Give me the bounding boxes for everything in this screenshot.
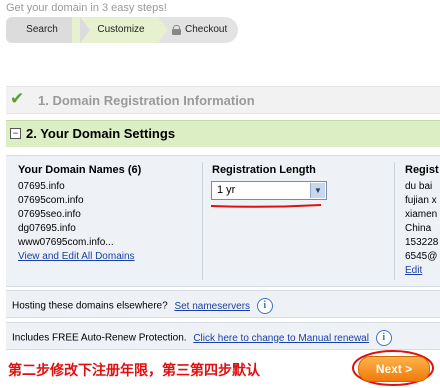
annotation-text: 第二步修改下注册年限，第三第四步默认 [8,363,260,379]
registrant-line: du bai [405,181,433,192]
domain-names-header: Your Domain Names (6) [18,164,142,176]
hosting-row: Hosting these domains elsewhere? Set nam… [6,290,440,318]
next-button[interactable]: Next > [358,356,430,382]
autorenew-text: Includes FREE Auto-Renew Protection. [12,332,187,344]
red-underline-annotation [210,204,322,208]
domain-name-item: dg07695.info [18,223,76,234]
registrant-header: Regist [405,164,439,176]
step-search-label: Search [26,24,58,35]
manual-renewal-link[interactable]: Click here to change to Manual renewal [193,333,369,344]
domain-settings-panel: Your Domain Names (6) 07695.info 07695co… [6,155,440,287]
section-registration-info-title: 1. Domain Registration Information [38,93,255,108]
column-divider [394,162,395,280]
step-search[interactable]: Search [6,17,80,43]
registration-length-header: Registration Length [212,164,316,176]
domain-name-item: 07695com.info [18,195,84,206]
hosting-text: Hosting these domains elsewhere? [12,300,168,312]
step-arrow-current [158,17,168,43]
info-icon[interactable]: i [256,298,273,314]
registrant-line: 153228 [405,237,439,248]
tagline: Get your domain in 3 easy steps! [6,2,167,14]
lock-icon [172,25,181,35]
domain-name-item: 07695.info [18,181,65,192]
registrant-line: xiamen [405,209,438,220]
registrant-line: fujian x [405,195,437,206]
registrant-line: 6545@ [405,251,438,262]
chevron-down-icon[interactable]: ▼ [310,183,325,198]
checkout-steps: Search Checkout Customize [6,17,238,43]
set-nameservers-link[interactable]: Set nameservers [174,301,250,312]
domain-name-item: 07695seo.info [18,209,81,220]
step-checkout-label: Checkout [185,24,228,35]
checkmark-icon: ✔ [10,89,25,108]
view-edit-domains-link[interactable]: View and Edit All Domains [18,251,135,262]
registration-length-select[interactable]: 1 yr ▼ [211,181,327,200]
section-domain-settings-title: 2. Your Domain Settings [26,126,176,141]
autorenew-row: Includes FREE Auto-Renew Protection. Cli… [6,322,440,350]
collapse-icon[interactable]: − [10,128,21,139]
step-arrow [80,17,90,43]
domain-name-item: www07695com.info... [18,237,114,248]
registrant-line: China [405,223,432,234]
section-domain-settings[interactable]: − 2. Your Domain Settings [6,120,440,147]
section-registration-info[interactable]: ✔ 1. Domain Registration Information [6,86,440,114]
registration-length-value: 1 yr [217,184,236,196]
registrant-edit-link[interactable]: Edit [405,265,422,276]
column-divider [202,162,203,280]
info-icon[interactable]: i [375,330,392,346]
